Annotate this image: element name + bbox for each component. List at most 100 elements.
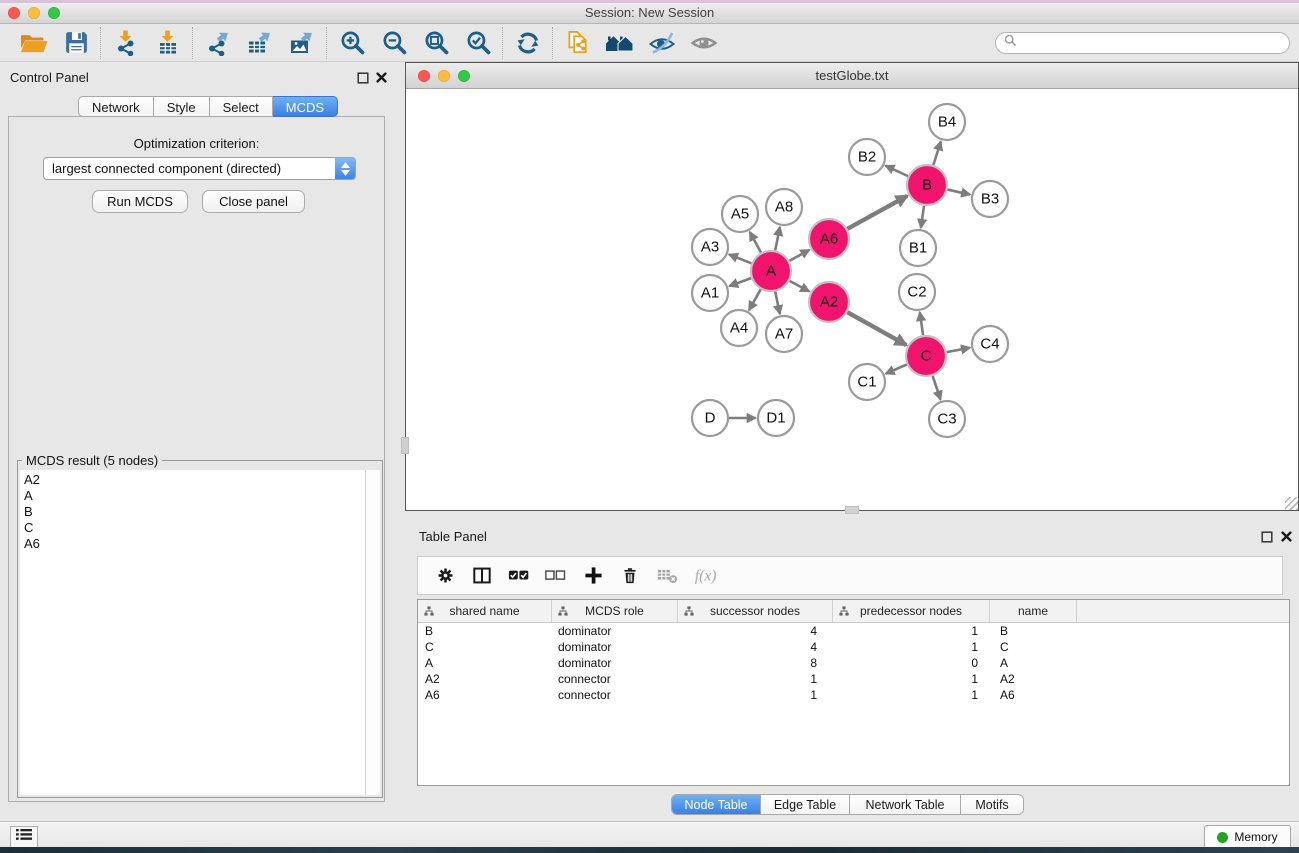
close-window-light[interactable] [8,7,20,19]
network-vertical-scroll-thumb[interactable] [401,437,409,454]
graph-edge-B-B3[interactable] [947,190,969,195]
graph-node-C4[interactable]: C4 [972,326,1008,362]
graph-node-C[interactable]: C [906,336,946,376]
zoom-fit-icon[interactable] [421,28,451,58]
column-header-shared-name[interactable]: shared name [418,600,552,622]
graph-node-C2[interactable]: C2 [899,274,935,310]
graph-edge-C-C4[interactable] [947,348,970,352]
graph-node-A2[interactable]: A2 [809,282,849,322]
save-icon[interactable] [61,28,91,58]
tab-mcds[interactable]: MCDS [273,96,338,117]
app-titlebar[interactable]: Session: New Session [0,3,1299,24]
graph-edge-A-A8[interactable] [775,227,780,250]
mcds-result-item[interactable]: C [24,520,366,536]
export-table-icon[interactable] [245,28,275,58]
graph-edge-A-A5[interactable] [750,232,761,253]
graph-edge-B-B4[interactable] [933,142,940,165]
graph-edge-A-A1[interactable] [729,278,751,286]
tab-motifs[interactable]: Motifs [961,795,1023,814]
minimize-window-light[interactable] [438,70,450,82]
add-column-icon[interactable] [582,563,604,589]
tab-network-table[interactable]: Network Table [850,795,961,814]
zoom-in-icon[interactable] [337,28,367,58]
graph-edge-C-C2[interactable] [920,312,923,335]
show-eye-icon[interactable] [689,28,719,58]
graph-edge-B-B2[interactable] [886,166,908,176]
export-network-icon[interactable] [203,28,233,58]
close-panel-icon[interactable] [1280,530,1293,543]
graph-edge-A-A7[interactable] [775,292,780,314]
deselect-all-rows-icon[interactable] [545,563,567,589]
zoom-window-light[interactable] [458,70,470,82]
import-network-icon[interactable] [111,28,141,58]
graph-node-B[interactable]: B [907,165,947,205]
float-panel-icon[interactable] [1260,530,1273,543]
hide-panel-eye-icon[interactable] [647,28,677,58]
graph-edge-A2-C[interactable] [847,312,906,345]
zoom-out-icon[interactable] [379,28,409,58]
graph-node-B4[interactable]: B4 [929,104,965,140]
graph-node-A1[interactable]: A1 [692,275,728,311]
graph-node-A6[interactable]: A6 [809,219,849,259]
table-row-A6[interactable]: A6connector11A6 [418,687,1289,703]
mcds-result-item[interactable]: A2 [24,472,366,488]
close-window-light[interactable] [418,70,430,82]
graph-node-C1[interactable]: C1 [849,364,885,400]
tab-select[interactable]: Select [210,96,273,117]
show-panels-menu-button[interactable] [10,826,38,848]
new-network-from-selection-icon[interactable] [563,28,593,58]
mcds-result-item[interactable]: A [24,488,366,504]
zoom-window-light[interactable] [48,7,60,19]
column-header-predecessor-nodes[interactable]: predecessor nodes [833,600,990,622]
graph-node-C3[interactable]: C3 [929,401,965,437]
gear-icon[interactable] [434,563,456,589]
graph-edge-A-A4[interactable] [749,289,761,310]
graph-node-A7[interactable]: A7 [766,316,802,352]
graph-edge-A-A3[interactable] [729,255,751,264]
graph-node-B2[interactable]: B2 [849,139,885,175]
criterion-select[interactable]: largest connected component (directed) [43,157,356,180]
column-header-MCDS-role[interactable]: MCDS role [552,600,678,622]
tab-network[interactable]: Network [78,96,154,117]
close-panel-icon[interactable] [375,71,388,84]
refresh-icon[interactable] [513,28,543,58]
graph-node-A4[interactable]: A4 [721,310,757,346]
tab-style[interactable]: Style [154,96,210,117]
graph-node-A3[interactable]: A3 [692,229,728,265]
float-panel-icon[interactable] [356,71,369,84]
export-image-icon[interactable] [287,28,317,58]
close-panel-button[interactable]: Close panel [202,190,305,213]
home-icon[interactable] [605,28,635,58]
mcds-result-item[interactable]: A6 [24,536,366,552]
graph-node-D1[interactable]: D1 [758,400,794,436]
column-header-successor-nodes[interactable]: successor nodes [678,600,833,622]
graph-edge-C-C3[interactable] [933,376,941,400]
delete-column-icon[interactable] [619,563,641,589]
graph-edge-A-A6[interactable] [789,250,809,261]
mcds-result-list[interactable]: A2ABCA6 [20,470,366,795]
graph-edge-C-C1[interactable] [886,364,907,373]
delete-table-icon[interactable] [656,563,678,589]
graph-node-B1[interactable]: B1 [900,230,936,266]
table-row-B[interactable]: Bdominator41B [418,623,1289,639]
minimize-window-light[interactable] [28,7,40,19]
column-header-name[interactable]: name [990,600,1077,622]
graph-edge-A6-B[interactable] [847,196,907,229]
run-mcds-button[interactable]: Run MCDS [92,190,188,213]
graph-node-A8[interactable]: A8 [766,189,802,225]
graph-node-A[interactable]: A [751,251,791,291]
network-canvas[interactable]: B4B2BB3A8A5A6A3B1AA1C2A2A4A7C4CC1C3DD1 [406,89,1298,510]
function-builder-icon[interactable]: f(x) [693,563,726,589]
zoom-selected-icon[interactable] [463,28,493,58]
table-row-A2[interactable]: A2connector11A2 [418,671,1289,687]
network-horizontal-scroll-thumb[interactable] [845,506,859,514]
graph-edge-B-B1[interactable] [921,206,924,228]
window-resize-grip[interactable] [1285,497,1298,510]
mcds-result-scrollbar[interactable] [365,470,380,795]
column-view-icon[interactable] [471,563,493,589]
select-all-rows-icon[interactable] [508,563,530,589]
network-window-titlebar[interactable]: testGlobe.txt [406,63,1298,89]
graph-edge-A-A2[interactable] [790,281,810,291]
mcds-result-item[interactable]: B [24,504,366,520]
import-table-icon[interactable] [153,28,183,58]
